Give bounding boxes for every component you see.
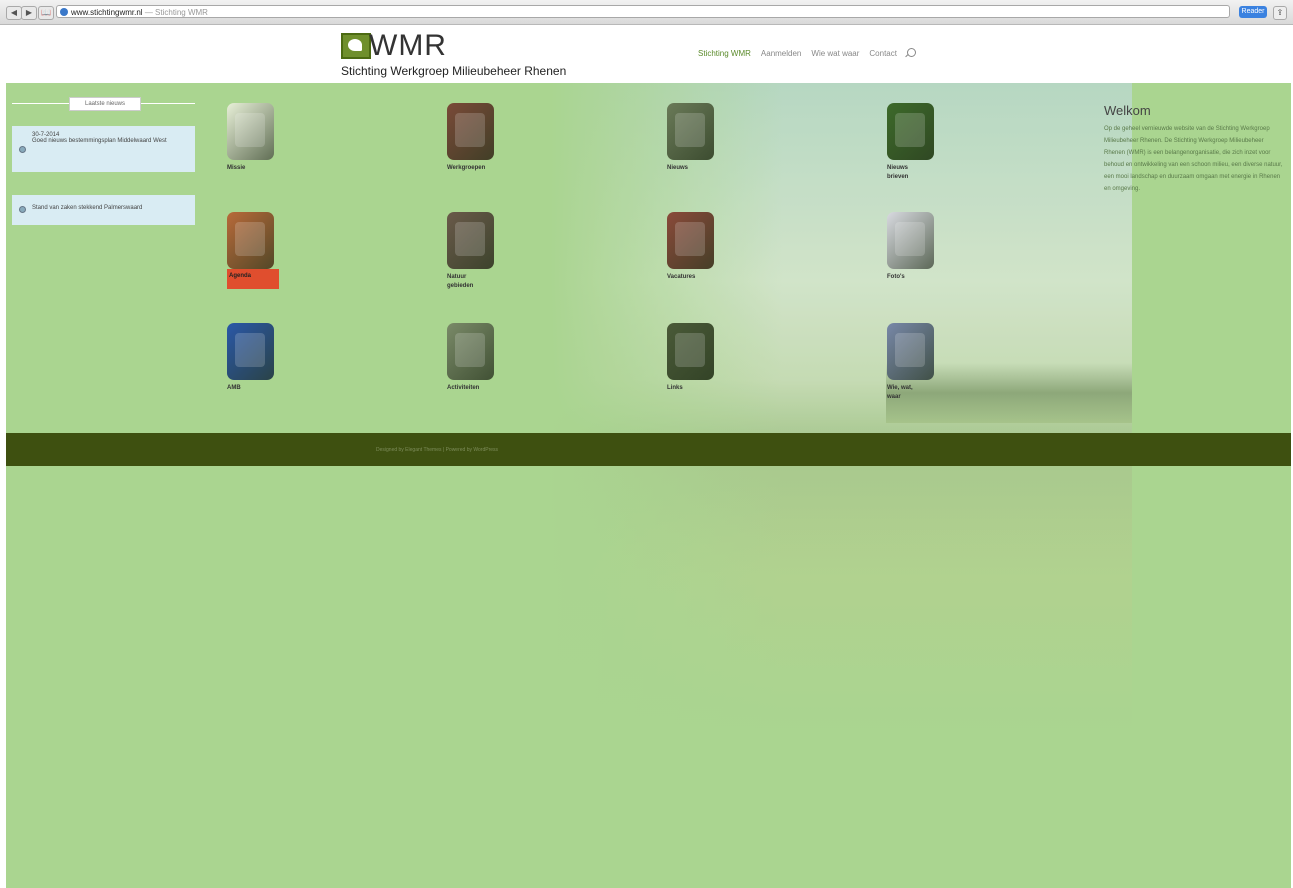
welcome-title: Welkom — [1104, 103, 1151, 118]
news-bullet-icon — [19, 206, 26, 213]
agenda-icon[interactable] — [227, 212, 274, 269]
tile-links[interactable]: Links — [667, 323, 727, 393]
tile-werkgroepen[interactable]: Werkgroepen — [447, 103, 507, 173]
nature-icon[interactable] — [447, 212, 494, 269]
page-title: Stichting WMR — [155, 8, 208, 17]
news-bullet-icon — [19, 146, 26, 153]
site-footer: Designed by Elegant Themes | Powered by … — [6, 433, 1291, 466]
tile-label[interactable]: Natuur gebieden — [447, 273, 487, 291]
welcome-panel-bg — [1132, 83, 1291, 888]
search-icon[interactable] — [906, 48, 916, 57]
nav-item-stichting[interactable]: Stichting WMR — [698, 49, 751, 58]
news-item[interactable]: Stand van zaken stekkend Palmerswaard — [12, 195, 195, 225]
tile-nieuws[interactable]: Nieuws — [667, 103, 727, 173]
logo-text[interactable]: WMR — [369, 29, 447, 63]
back-button[interactable]: ◀ — [6, 6, 22, 20]
tile-label[interactable]: Nieuws — [667, 164, 707, 173]
tile-agenda[interactable]: Agenda — [227, 212, 287, 289]
url-text: www.stichtingwmr.nl — [71, 8, 143, 17]
site-header: WMR Stichting Werkgroep Milieubeheer Rhe… — [6, 26, 1291, 83]
address-bar[interactable]: www.stichtingwmr.nl — Stichting WMR — [56, 5, 1230, 18]
tile-label[interactable]: Foto's — [887, 273, 927, 282]
browser-toolbar: ◀ ▶ 📖 www.stichtingwmr.nl — Stichting WM… — [0, 0, 1293, 25]
church-icon[interactable] — [447, 323, 494, 380]
tile-label[interactable]: Werkgroepen — [447, 164, 487, 173]
photos-icon[interactable] — [887, 212, 934, 269]
footer-credits[interactable]: Designed by Elegant Themes | Powered by … — [376, 447, 498, 453]
tile-label[interactable]: Links — [667, 384, 707, 393]
tile-foto-s[interactable]: Foto's — [887, 212, 947, 282]
leaves-icon[interactable] — [447, 103, 494, 160]
tile-label[interactable]: Wie, wat, waar — [887, 384, 927, 402]
tile-label[interactable]: Nieuws brieven — [887, 164, 927, 182]
news-item[interactable]: 30-7-2014 Goed nieuws bestemmingsplan Mi… — [12, 126, 195, 172]
share-button[interactable]: ⇪ — [1273, 6, 1287, 20]
news-title[interactable]: Goed nieuws bestemmingsplan Middelwaard … — [32, 138, 189, 144]
tile-label[interactable]: Vacatures — [667, 273, 707, 282]
main-nav: Stichting WMR Aanmelden Wie wat waar Con… — [698, 48, 916, 58]
nav-item-aanmelden[interactable]: Aanmelden — [761, 49, 801, 58]
tile-nieuws-brieven[interactable]: Nieuws brieven — [887, 103, 947, 182]
tile-missie[interactable]: Missie — [227, 103, 287, 173]
reader-button[interactable]: Reader — [1239, 6, 1267, 18]
volunteers-icon[interactable] — [667, 212, 714, 269]
tile-wie-wat-waar[interactable]: Wie, wat, waar — [887, 323, 947, 402]
main-content: Laatste nieuws 30-7-2014 Goed nieuws bes… — [6, 83, 1291, 888]
forward-button[interactable]: ▶ — [21, 6, 37, 20]
tile-label[interactable]: Missie — [227, 164, 267, 173]
welcome-text: Op de geheel vernieuwde website van de S… — [1104, 126, 1283, 192]
tile-label[interactable]: Activiteiten — [447, 384, 487, 393]
tile-activiteiten[interactable]: Activiteiten — [447, 323, 507, 393]
tile-label[interactable]: AMB — [227, 384, 267, 393]
news-heading: Laatste nieuws — [69, 97, 141, 111]
people-icon[interactable] — [887, 323, 934, 380]
newsletter-icon[interactable] — [887, 103, 934, 160]
tile-amb[interactable]: AMB — [227, 323, 287, 393]
plants-icon[interactable] — [667, 323, 714, 380]
amb-icon[interactable] — [227, 323, 274, 380]
tile-label[interactable]: Agenda — [227, 269, 279, 289]
tile-natuur-gebieden[interactable]: Natuur gebieden — [447, 212, 507, 291]
globe-icon — [60, 8, 68, 16]
nav-item-wie-wat-waar[interactable]: Wie wat waar — [811, 49, 859, 58]
wood-pile-icon[interactable] — [667, 103, 714, 160]
tile-vacatures[interactable]: Vacatures — [667, 212, 727, 282]
bookmarks-button[interactable]: 📖 — [38, 6, 54, 20]
news-title[interactable]: Stand van zaken stekkend Palmerswaard — [32, 201, 189, 211]
swallow-icon[interactable] — [227, 103, 274, 160]
nav-item-contact[interactable]: Contact — [869, 49, 897, 58]
logo-subtitle: Stichting Werkgroep Milieubeheer Rhenen — [341, 64, 567, 78]
logo-icon[interactable] — [341, 33, 371, 59]
